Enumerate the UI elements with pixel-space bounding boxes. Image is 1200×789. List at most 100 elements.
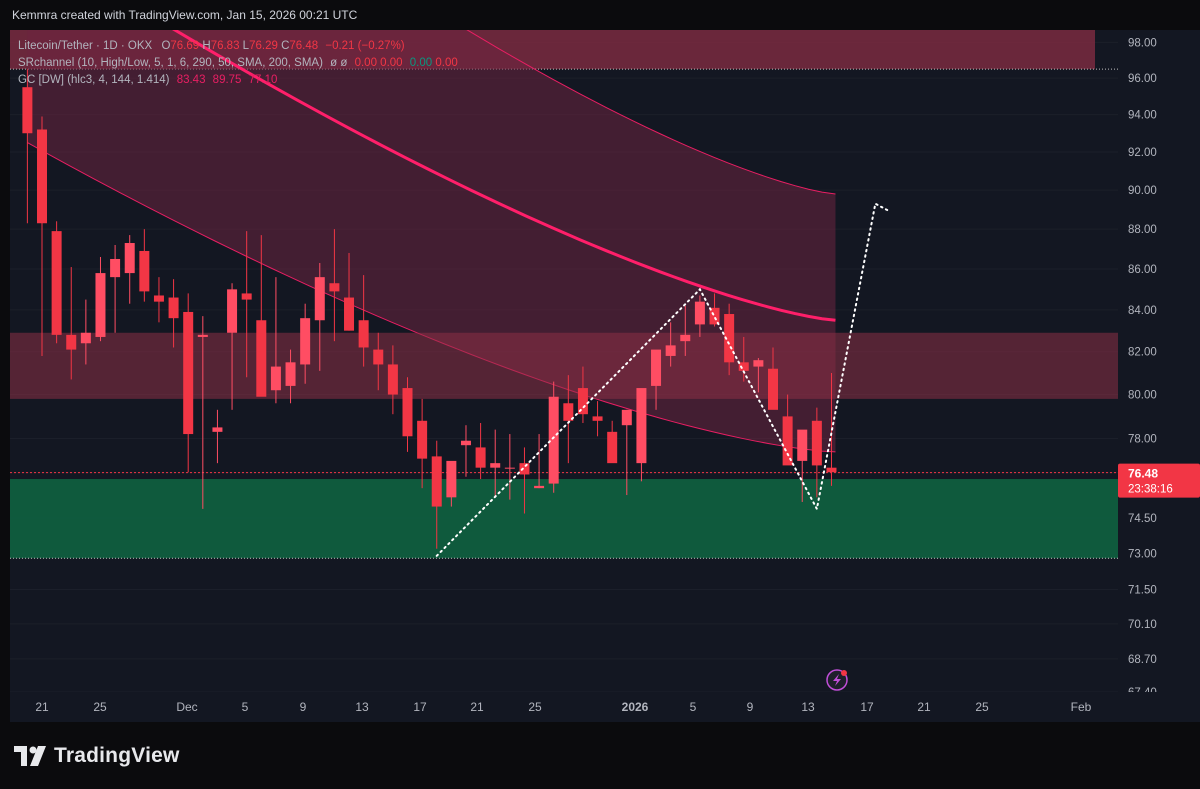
legend-gc-v2: 89.75 bbox=[212, 74, 242, 86]
time-axis-svg: 21 25 Dec 5 9 13 17 21 25 2026 5 9 13 17 21 25 Feb bbox=[35, 700, 1092, 714]
candle bbox=[139, 229, 150, 302]
footer bbox=[0, 722, 1200, 789]
candle-body bbox=[446, 460, 457, 498]
price-tick-label: 82.00 bbox=[1128, 347, 1157, 359]
candle-body bbox=[139, 250, 150, 292]
legend-gc-v1: 83.43 bbox=[176, 74, 206, 86]
price-tick-label: 92.00 bbox=[1128, 147, 1157, 159]
candle-body bbox=[80, 332, 91, 344]
legend-gc[interactable]: GC [DW] (hlc3, 4, 144, 1.414) bbox=[18, 74, 169, 86]
legend-low-value: 76.29 bbox=[249, 40, 278, 52]
candle-body bbox=[665, 345, 676, 356]
candle-body bbox=[636, 388, 647, 464]
candle bbox=[475, 422, 486, 480]
candle-body bbox=[95, 273, 106, 337]
price-tick-label: 94.00 bbox=[1128, 110, 1157, 122]
legend-srchannel[interactable]: SRchannel (10, High/Low, 5, 1, 6, 290, 5… bbox=[18, 57, 323, 69]
time-tick-label: 9 bbox=[747, 700, 754, 714]
tradingview-logo: TradingView bbox=[14, 744, 180, 768]
candle bbox=[124, 235, 135, 304]
candle bbox=[636, 388, 647, 482]
candle-body bbox=[153, 295, 164, 302]
time-tick-label: 21 bbox=[470, 700, 484, 714]
candle-body bbox=[782, 416, 793, 466]
resistance-zone bbox=[10, 332, 1118, 399]
candle-body bbox=[607, 431, 618, 464]
price-tick-label: 73.00 bbox=[1128, 548, 1157, 560]
legend-symbol[interactable]: Litecoin/Tether · 1D · OKX bbox=[18, 40, 152, 52]
price-tick-label: 68.70 bbox=[1128, 654, 1157, 666]
time-tick-label: 5 bbox=[690, 700, 697, 714]
candle-body bbox=[387, 364, 398, 395]
time-tick-label: 25 bbox=[528, 700, 542, 714]
price-tick-label: 88.00 bbox=[1128, 224, 1157, 236]
candle-body bbox=[431, 456, 442, 507]
candle-body bbox=[212, 427, 223, 432]
candle-body bbox=[373, 349, 384, 365]
candle-body bbox=[694, 301, 705, 325]
price-tick-label: 71.50 bbox=[1128, 585, 1157, 597]
time-tick-label: 13 bbox=[355, 700, 369, 714]
time-tick-label: 25 bbox=[975, 700, 989, 714]
candle-body bbox=[592, 416, 603, 421]
candle-body bbox=[168, 297, 179, 319]
candle bbox=[402, 377, 413, 452]
candle-body bbox=[548, 396, 559, 484]
candle-body bbox=[285, 362, 296, 386]
legend-close-value: 76.48 bbox=[289, 40, 319, 52]
attribution-text: Kemmra created with TradingView.com, Jan… bbox=[12, 8, 358, 22]
price-axis[interactable]: 98.00 96.00 94.00 92.00 90.00 88.00 86.00 84.00… bbox=[1118, 30, 1200, 699]
candle-body bbox=[183, 311, 194, 435]
legend-sr-v4: 0.00 bbox=[435, 57, 458, 69]
legend-srchannel-row: SRchannel (10, High/Low, 5, 1, 6, 290, 5… bbox=[18, 55, 458, 72]
candle-body bbox=[460, 440, 471, 446]
time-tick-label: 17 bbox=[860, 700, 874, 714]
legend-high-label: H bbox=[202, 40, 211, 52]
candle bbox=[95, 256, 106, 342]
time-tick-label: 17 bbox=[413, 700, 427, 714]
candle bbox=[37, 116, 47, 356]
chart-plot-area[interactable] bbox=[10, 30, 1118, 692]
price-chart[interactable] bbox=[10, 30, 1118, 692]
time-tick-label: 13 bbox=[801, 700, 815, 714]
candle-body bbox=[66, 334, 77, 350]
legend-sr-symbols: ø ø bbox=[330, 57, 348, 69]
candle-body bbox=[651, 349, 662, 386]
candle-body bbox=[621, 409, 632, 426]
time-tick-label: 21 bbox=[917, 700, 931, 714]
candle-body bbox=[534, 485, 545, 489]
candle-body bbox=[227, 289, 238, 333]
candle-body bbox=[270, 366, 281, 391]
time-tick-label: 9 bbox=[300, 700, 307, 714]
price-tick-label: 98.00 bbox=[1128, 37, 1157, 49]
legend-sr-v1: 0.00 bbox=[354, 57, 377, 69]
candle bbox=[153, 277, 164, 323]
price-tick-label: 96.00 bbox=[1128, 73, 1157, 85]
support-zone bbox=[10, 479, 1118, 559]
price-tick-label: 90.00 bbox=[1128, 185, 1157, 197]
candle-body bbox=[797, 429, 808, 461]
candle-body bbox=[753, 360, 764, 367]
candle-body bbox=[329, 283, 340, 292]
candle-body bbox=[504, 467, 515, 469]
time-tick-label: Dec bbox=[176, 700, 197, 714]
candle-body bbox=[680, 334, 691, 342]
candle-body bbox=[256, 320, 267, 397]
candle-body bbox=[358, 320, 369, 348]
candle-body bbox=[490, 463, 501, 468]
time-tick-label: Feb bbox=[1071, 700, 1092, 714]
price-axis-svg: 98.00 96.00 94.00 92.00 90.00 88.00 86.00 84.00… bbox=[1118, 37, 1200, 699]
candle-body bbox=[344, 297, 355, 331]
price-tick-label: 80.00 bbox=[1128, 390, 1157, 402]
legend-sr-v2: 0.00 bbox=[380, 57, 403, 69]
candle bbox=[51, 221, 62, 344]
candle bbox=[417, 398, 428, 489]
candle bbox=[22, 69, 33, 224]
candle bbox=[460, 425, 471, 477]
candle-body bbox=[241, 293, 252, 300]
time-axis[interactable]: 21 25 Dec 5 9 13 17 21 25 2026 5 9 13 17 21 25 Feb bbox=[10, 692, 1118, 722]
tradingview-logo-icon bbox=[14, 746, 46, 766]
price-tick-label: 74.50 bbox=[1128, 513, 1157, 525]
candle-body bbox=[826, 467, 837, 473]
attribution-bar: Kemmra created with TradingView.com, Jan… bbox=[0, 0, 1200, 30]
